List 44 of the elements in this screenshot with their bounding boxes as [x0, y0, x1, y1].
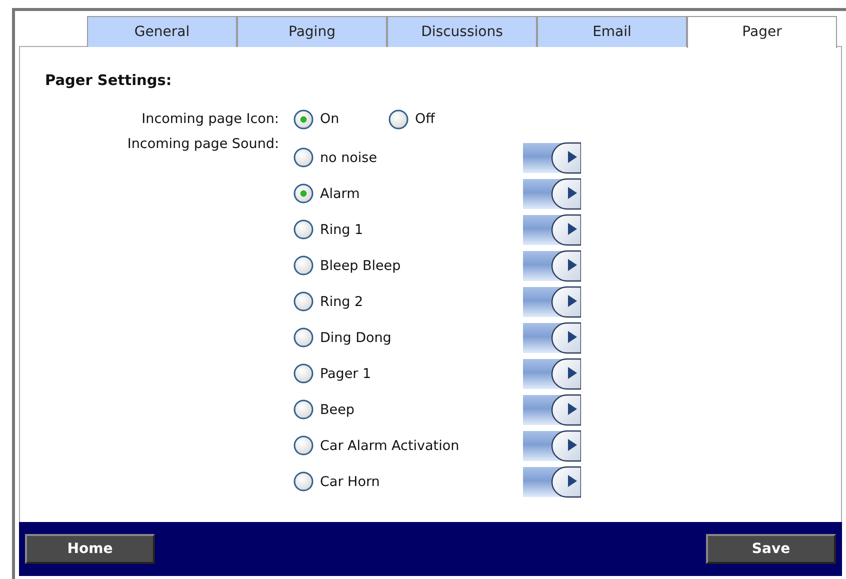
- nav-button[interactable]: Home: [25, 534, 155, 564]
- tab[interactable]: Pager: [687, 16, 837, 48]
- play-button[interactable]: [523, 250, 581, 282]
- play-button[interactable]: [523, 466, 581, 498]
- radio-button[interactable]: [293, 399, 314, 420]
- play-button[interactable]: [523, 322, 581, 354]
- play-button[interactable]: [523, 178, 581, 210]
- option-label: Off: [415, 110, 435, 130]
- radio-button[interactable]: [293, 219, 314, 240]
- radio-button[interactable]: [293, 327, 314, 348]
- play-button[interactable]: [523, 286, 581, 318]
- tab[interactable]: Discussions: [387, 16, 537, 47]
- play-button[interactable]: [523, 394, 581, 426]
- play-button[interactable]: [523, 430, 581, 462]
- radio-button[interactable]: [293, 183, 314, 204]
- tab[interactable]: General: [87, 16, 237, 47]
- play-button[interactable]: [523, 142, 581, 174]
- option-label: Ding Dong: [320, 328, 392, 348]
- radio-button[interactable]: [293, 147, 314, 168]
- radio-button[interactable]: [293, 471, 314, 492]
- tab[interactable]: Email: [537, 16, 687, 47]
- option-label: Bleep Bleep: [320, 256, 401, 276]
- radio-button[interactable]: [293, 255, 314, 276]
- option-label: Pager 1: [320, 364, 372, 384]
- option-label: Alarm: [320, 184, 360, 204]
- option-label: Ring 1: [320, 220, 364, 240]
- option-label: Car Alarm Activation: [320, 436, 460, 456]
- radio-button[interactable]: [293, 108, 314, 130]
- field-label: Incoming page Sound:: [127, 136, 279, 152]
- nav-button[interactable]: Save: [706, 534, 836, 564]
- radio-button[interactable]: [388, 108, 409, 130]
- radio-button[interactable]: [293, 291, 314, 312]
- radio-button[interactable]: [293, 363, 314, 384]
- option-label: Ring 2: [320, 292, 364, 312]
- option-label: no noise: [320, 148, 378, 168]
- play-button[interactable]: [523, 214, 581, 246]
- option-label: On: [320, 110, 340, 130]
- section-heading: Pager Settings:: [45, 72, 173, 91]
- option-label: Car Horn: [320, 472, 380, 492]
- field-label: Incoming page Icon:: [140, 110, 280, 130]
- option-label: Beep: [320, 400, 354, 420]
- play-button[interactable]: [523, 358, 581, 390]
- radio-button[interactable]: [293, 435, 314, 456]
- tab[interactable]: Paging: [237, 16, 387, 47]
